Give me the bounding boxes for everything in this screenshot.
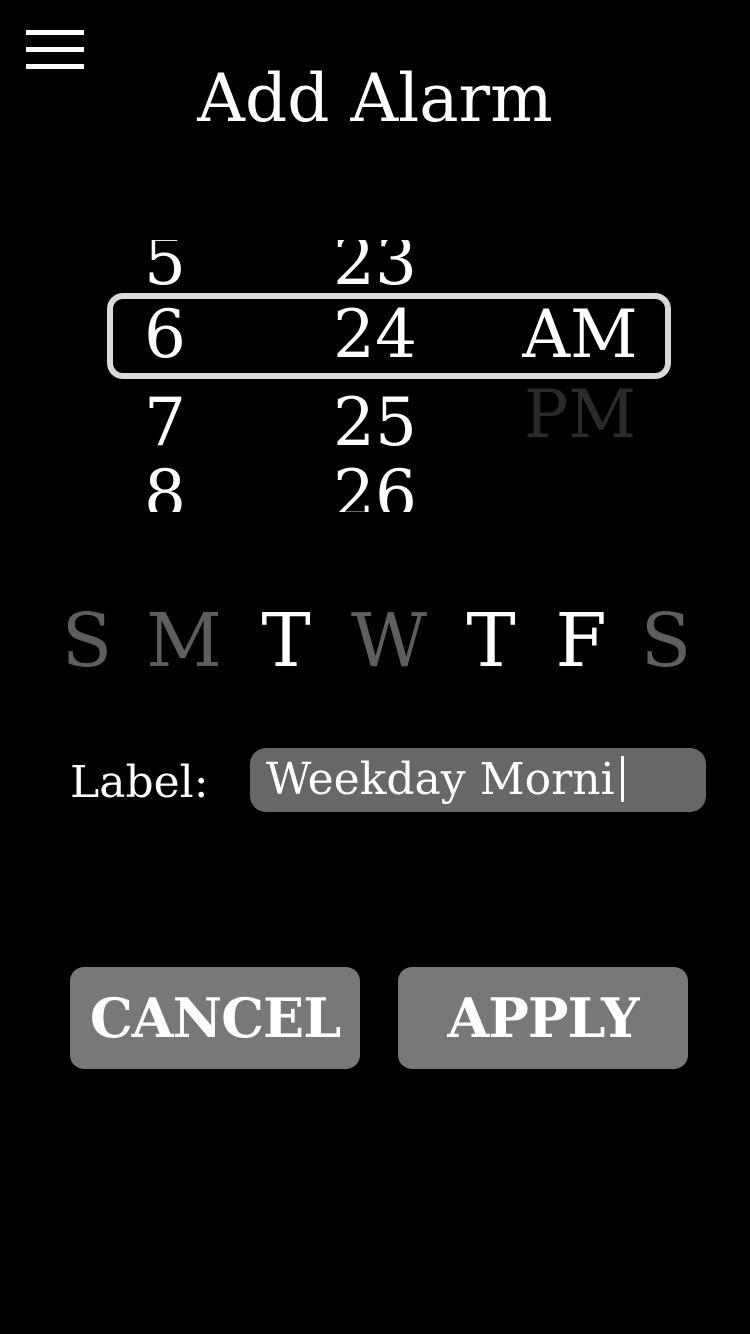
day-toggle-wednesday[interactable]: W (344, 596, 434, 686)
minute-option[interactable]: 25 (305, 383, 445, 463)
period-wheel[interactable]: AM PM (505, 240, 655, 512)
repeat-days: S M T W T F S (0, 596, 750, 686)
day-toggle-tuesday[interactable]: T (241, 596, 331, 686)
label-caption: Label: (70, 757, 209, 808)
time-picker[interactable]: 5 6 7 8 23 24 25 26 AM PM (0, 240, 750, 512)
hour-option[interactable]: 8 (95, 455, 235, 512)
minute-option-selected[interactable]: 24 (305, 295, 445, 375)
minute-option[interactable]: 26 (305, 455, 445, 512)
label-input[interactable]: Weekday Morni (250, 748, 706, 812)
hour-option-selected[interactable]: 6 (95, 295, 235, 375)
day-toggle-thursday[interactable]: T (446, 596, 536, 686)
text-cursor (620, 756, 624, 802)
page-title: Add Alarm (197, 60, 553, 137)
hamburger-menu-icon-bar (26, 47, 84, 52)
apply-button[interactable]: APPLY (398, 967, 688, 1069)
hour-option[interactable]: 5 (95, 240, 235, 302)
period-option-pm[interactable]: PM (505, 375, 655, 455)
minute-wheel[interactable]: 23 24 25 26 (305, 240, 445, 512)
day-toggle-friday[interactable]: F (536, 596, 626, 686)
period-option-am[interactable]: AM (505, 295, 655, 375)
label-input-value: Weekday Morni (266, 754, 615, 805)
minute-option[interactable]: 23 (305, 240, 445, 302)
hour-wheel[interactable]: 5 6 7 8 (95, 240, 235, 512)
hamburger-menu-icon (26, 30, 84, 35)
day-toggle-sunday[interactable]: S (42, 596, 132, 686)
cancel-button[interactable]: CANCEL (70, 967, 360, 1069)
day-toggle-monday[interactable]: M (139, 596, 229, 686)
day-toggle-saturday[interactable]: S (621, 596, 711, 686)
hour-option[interactable]: 7 (95, 383, 235, 463)
